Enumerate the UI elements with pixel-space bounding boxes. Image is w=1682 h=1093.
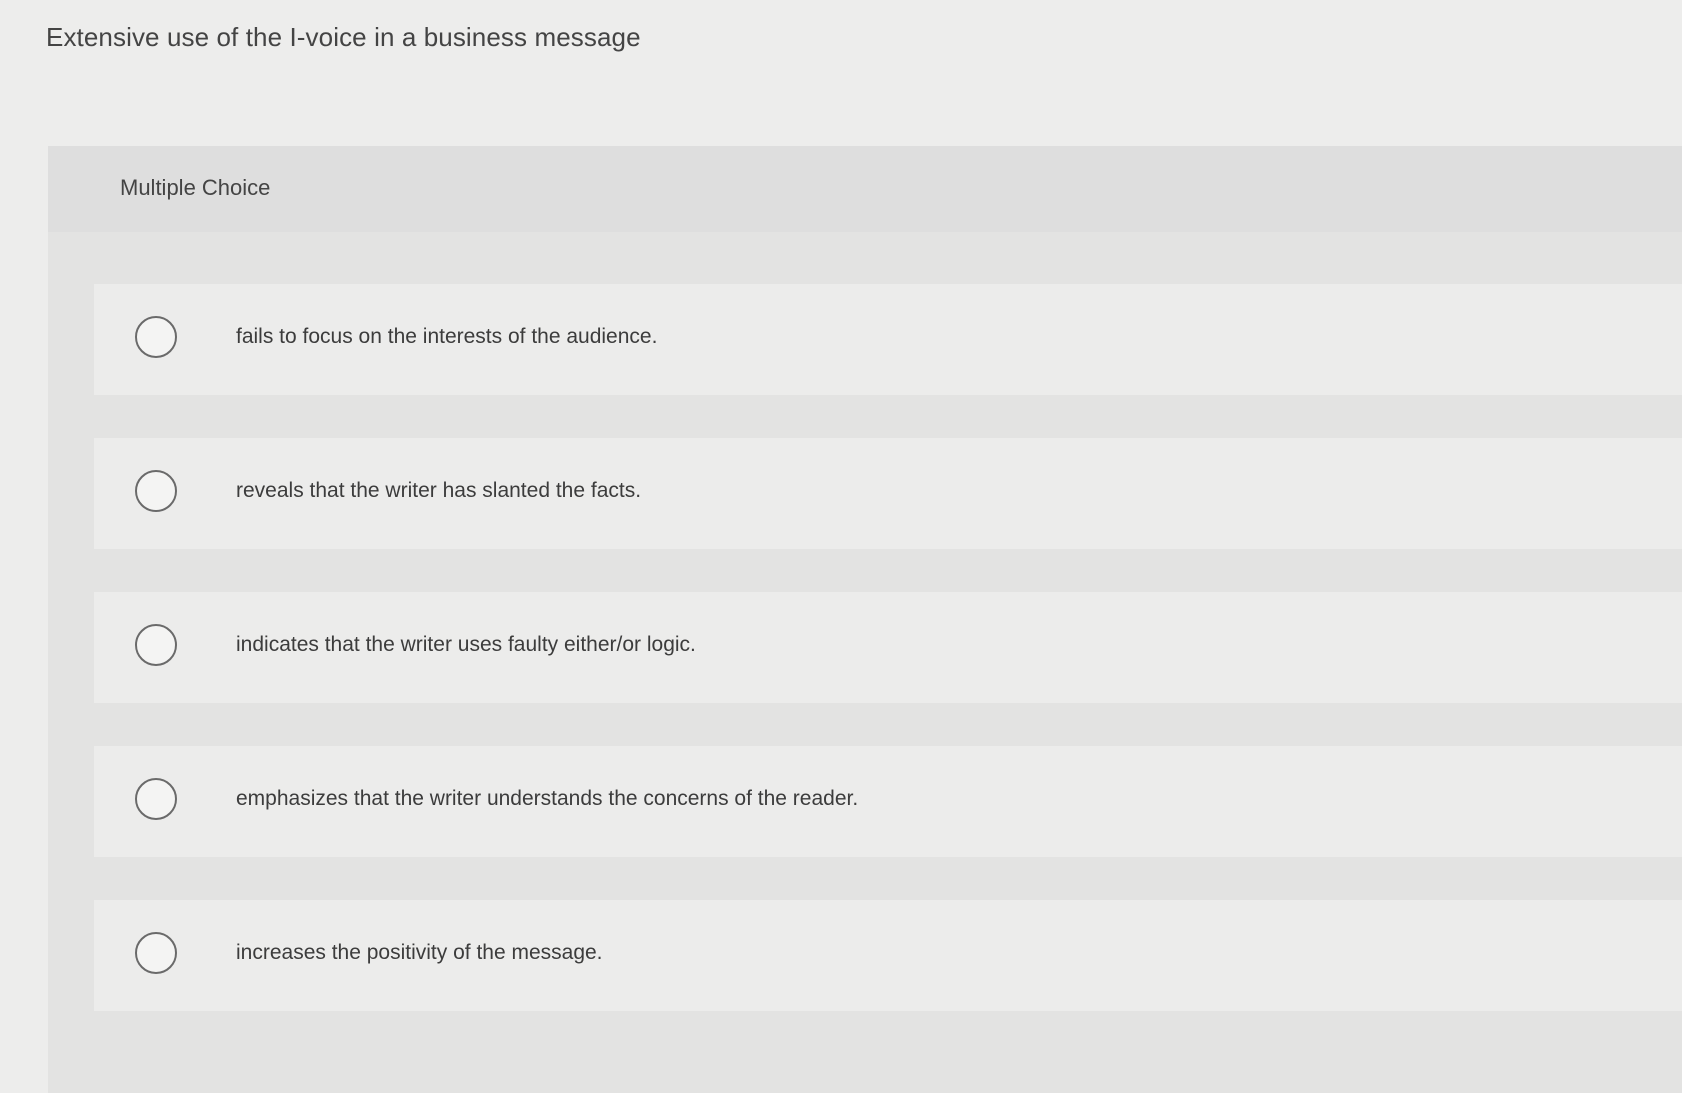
- radio-button[interactable]: [135, 316, 177, 358]
- answer-option-label: increases the positivity of the message.: [236, 941, 603, 964]
- radio-button[interactable]: [135, 778, 177, 820]
- answer-option-label: emphasizes that the writer understands t…: [236, 787, 859, 810]
- question-type-label: Multiple Choice: [120, 175, 271, 200]
- answer-option-3[interactable]: indicates that the writer uses faulty ei…: [94, 592, 1682, 703]
- question-panel: Multiple Choice fails to focus on the in…: [48, 146, 1682, 1093]
- radio-button[interactable]: [135, 624, 177, 666]
- radio-button[interactable]: [135, 470, 177, 512]
- answer-options: fails to focus on the interests of the a…: [94, 284, 1682, 1054]
- answer-option-label: reveals that the writer has slanted the …: [236, 479, 642, 502]
- radio-button[interactable]: [135, 932, 177, 974]
- question-stem: Extensive use of the I-voice in a busine…: [46, 22, 641, 52]
- panel-header: Multiple Choice: [48, 146, 1682, 232]
- answer-option-4[interactable]: emphasizes that the writer understands t…: [94, 746, 1682, 857]
- answer-option-label: fails to focus on the interests of the a…: [236, 325, 658, 348]
- answer-option-1[interactable]: fails to focus on the interests of the a…: [94, 284, 1682, 395]
- answer-option-5[interactable]: increases the positivity of the message.: [94, 900, 1682, 1011]
- answer-option-label: indicates that the writer uses faulty ei…: [236, 633, 696, 656]
- answer-option-2[interactable]: reveals that the writer has slanted the …: [94, 438, 1682, 549]
